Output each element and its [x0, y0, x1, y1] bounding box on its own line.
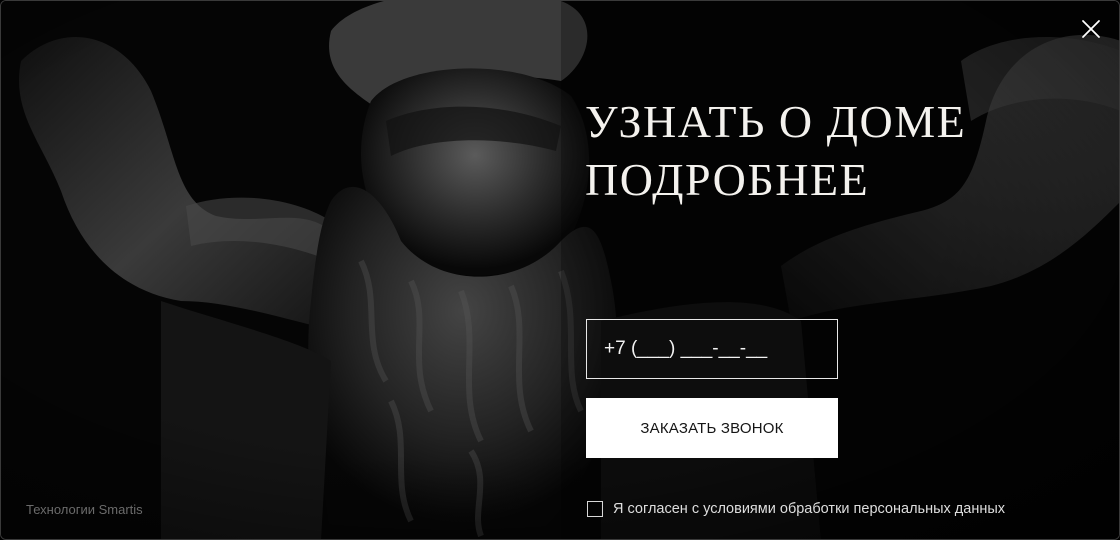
- consent-checkbox[interactable]: [587, 501, 603, 517]
- close-icon: [1082, 20, 1100, 38]
- order-call-button[interactable]: ЗАКАЗАТЬ ЗВОНОК: [586, 398, 838, 458]
- callback-modal: УЗНАТЬ О ДОМЕ ПОДРОБНЕЕ ЗАКАЗАТЬ ЗВОНОК …: [0, 0, 1120, 540]
- close-button[interactable]: [1077, 15, 1105, 43]
- phone-input[interactable]: [586, 319, 838, 379]
- sculpture-background-image: [1, 1, 1119, 539]
- consent-row[interactable]: Я согласен с условиями обработки персона…: [587, 501, 1005, 517]
- modal-title: УЗНАТЬ О ДОМЕ ПОДРОБНЕЕ: [585, 93, 966, 209]
- modal-title-line-2: ПОДРОБНЕЕ: [585, 154, 870, 205]
- brand-credit: Технологии Smartis: [26, 502, 143, 517]
- modal-title-line-1: УЗНАТЬ О ДОМЕ: [585, 96, 967, 147]
- consent-label: Я согласен с условиями обработки персона…: [613, 501, 1006, 517]
